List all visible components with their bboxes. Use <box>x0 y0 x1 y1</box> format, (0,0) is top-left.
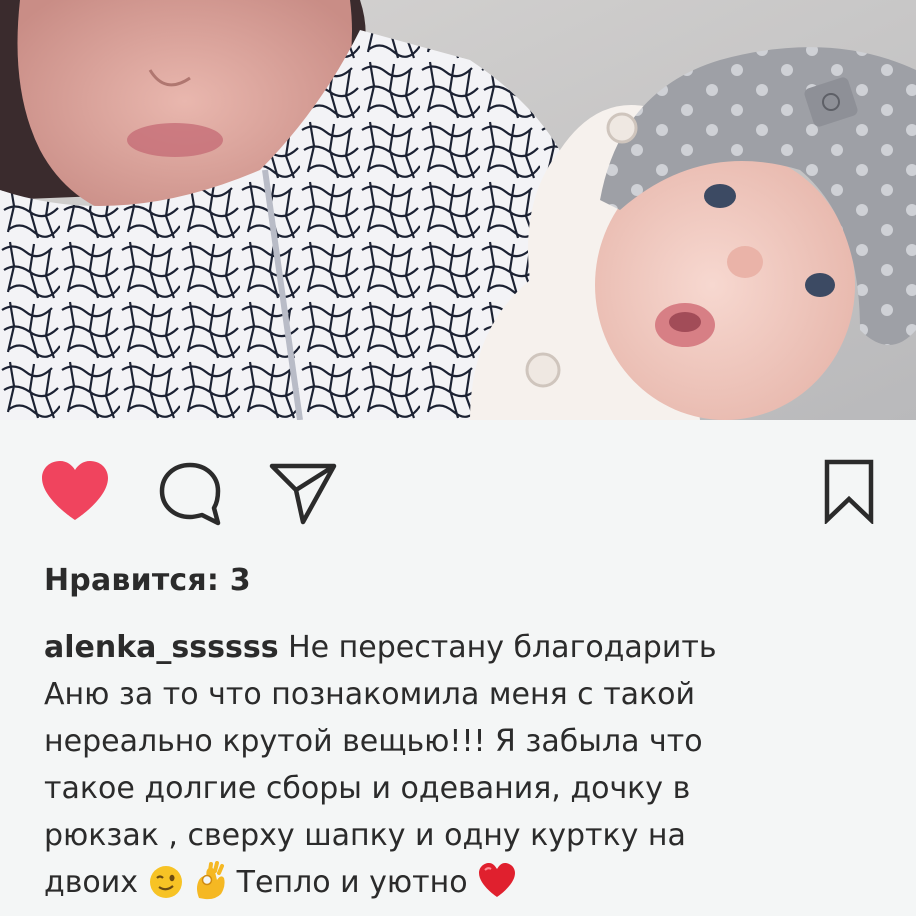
caption-line: нереально крутой вещью!!! Я забыла что <box>44 724 703 759</box>
red-heart-emoji <box>477 862 517 914</box>
post-username[interactable]: alenka_ssssss <box>44 630 279 665</box>
caption-line: alenka_ssssss Не перестану благодарить <box>44 624 884 671</box>
post-caption: alenka_ssssss Не перестану благодарить А… <box>44 624 884 914</box>
bookmark-icon[interactable] <box>820 458 878 526</box>
caption-line: двоих Тепло и уютно <box>44 859 884 914</box>
post-action-bar <box>0 420 916 550</box>
winking-face-emoji <box>148 864 184 914</box>
caption-line: Аню за то что познакомила меня с такой <box>44 677 696 712</box>
caption-line: такое долгие сборы и одевания, дочку в <box>44 771 691 806</box>
instagram-post: Нравится: 3 alenka_ssssss Не перестану б… <box>0 0 916 916</box>
comment-bubble-icon[interactable] <box>156 460 224 528</box>
post-photo[interactable] <box>0 0 916 420</box>
caption-line: рюкзак , сверху шапку и одну куртку на <box>44 818 686 853</box>
likes-count[interactable]: Нравится: 3 <box>44 558 251 604</box>
ok-hand-emoji <box>193 860 227 914</box>
caption-text: двоих <box>44 865 139 900</box>
caption-text: Тепло и уютно <box>236 865 468 900</box>
caption-text: Не перестану благодарить <box>288 630 717 665</box>
post-photo-image <box>0 0 916 420</box>
heart-icon[interactable] <box>38 458 112 524</box>
paper-plane-icon[interactable] <box>268 460 338 526</box>
